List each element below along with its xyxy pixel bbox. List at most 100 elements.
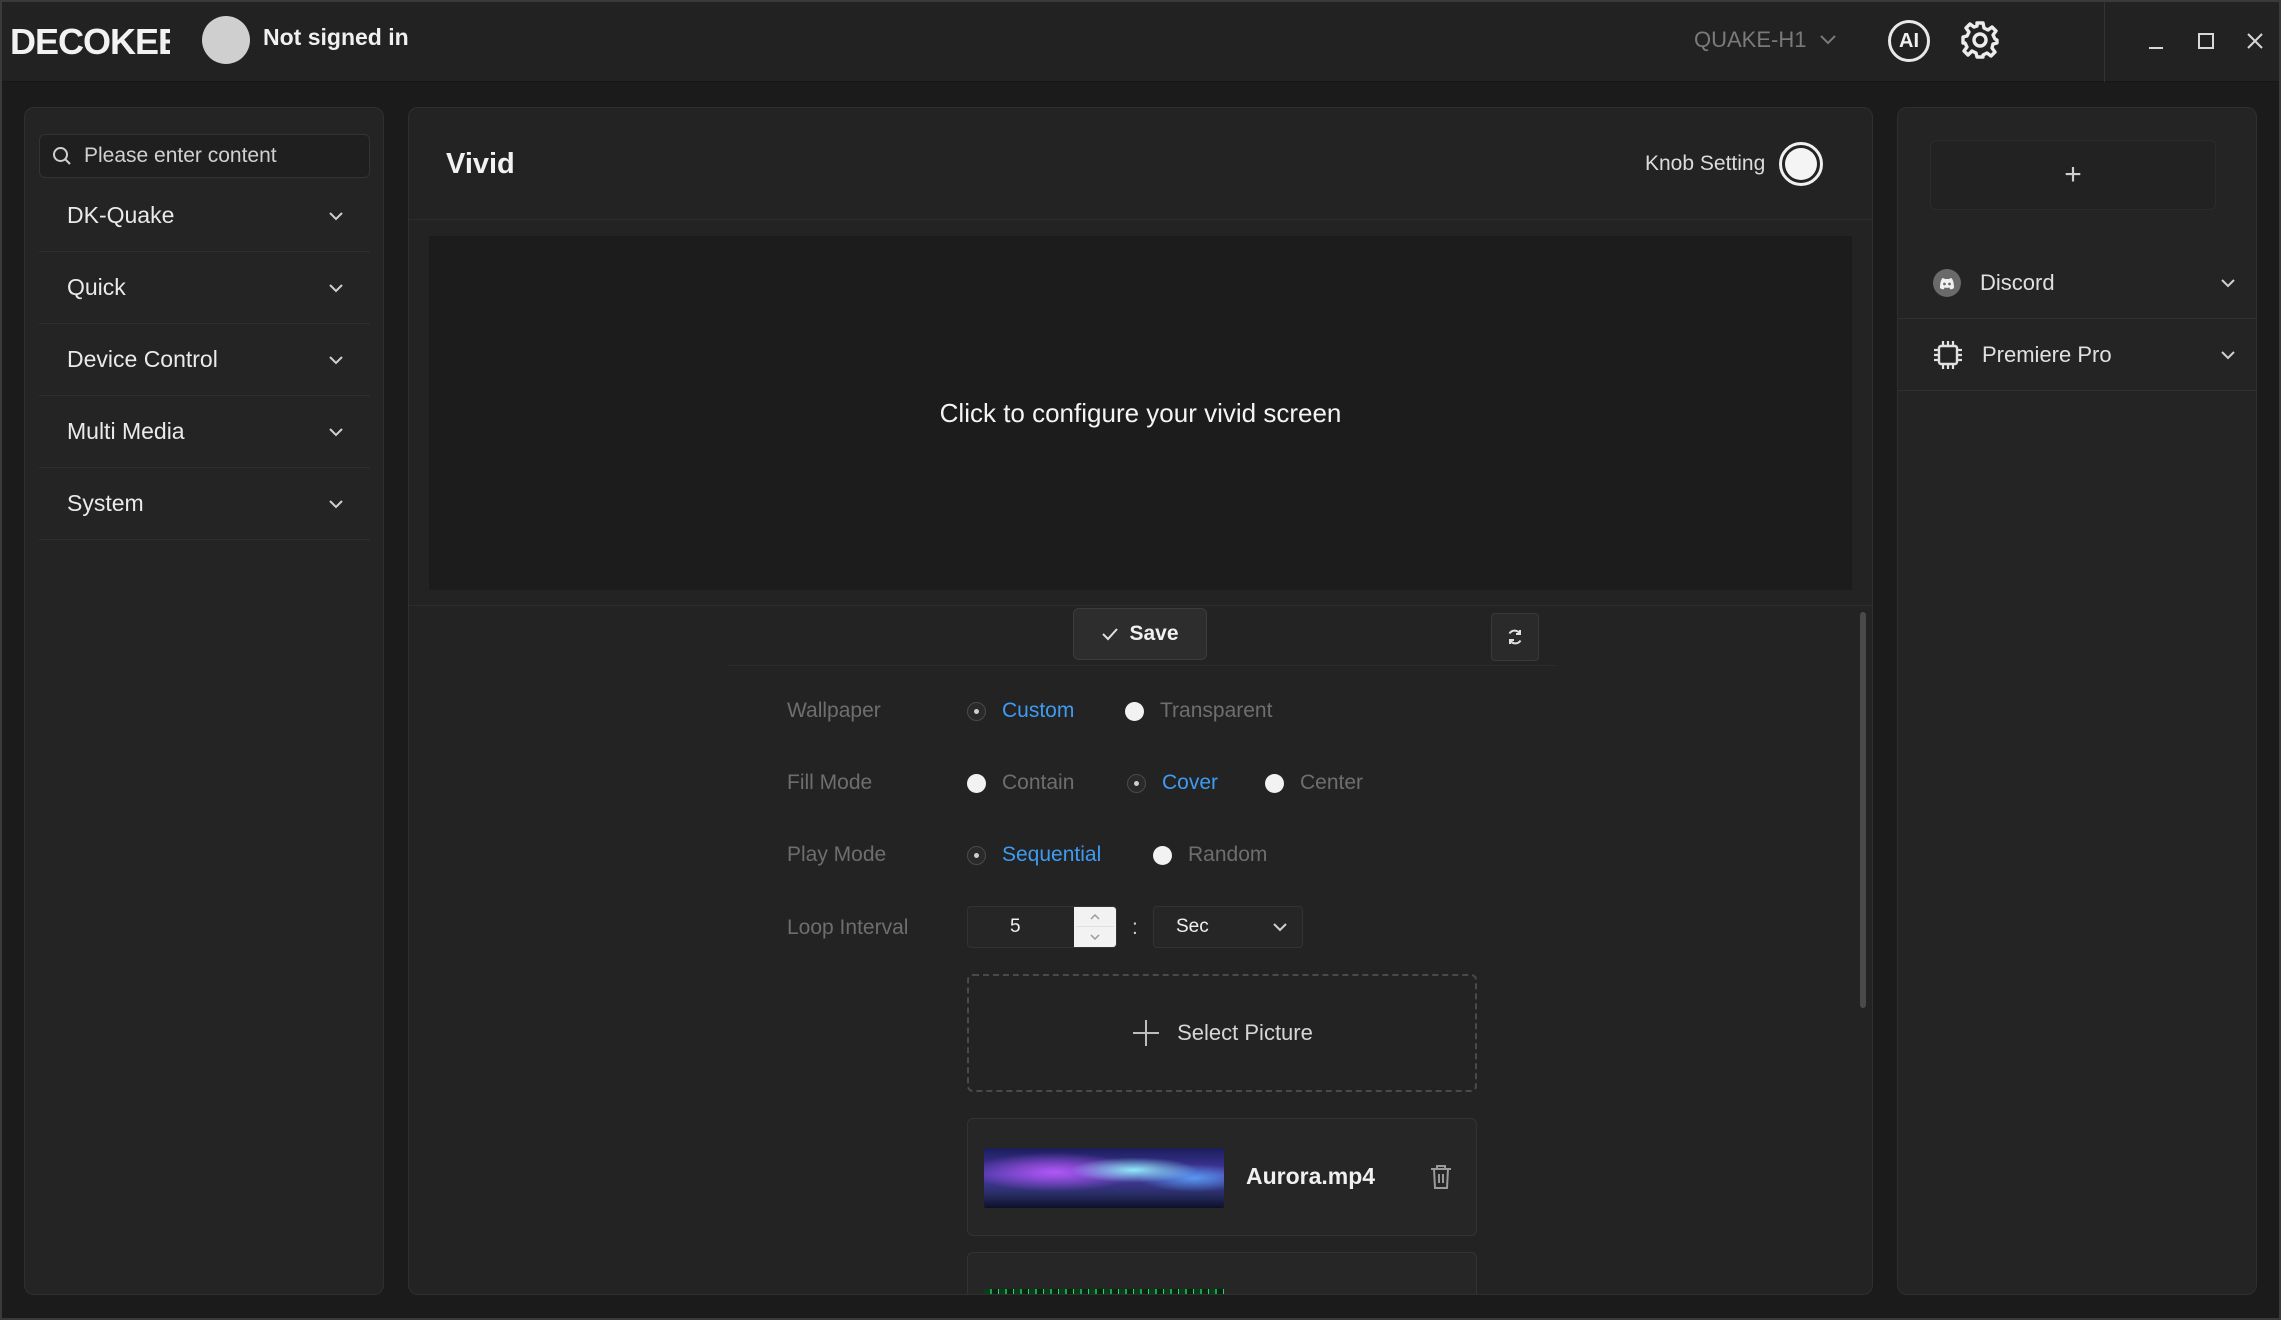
search-input[interactable] xyxy=(84,144,354,168)
add-profile-button[interactable]: + xyxy=(1930,140,2216,210)
fill-mode-label: Fill Mode xyxy=(787,771,873,794)
vivid-screen-preview[interactable]: Click to configure your vivid screen xyxy=(429,236,1852,590)
category-label: Multi Media xyxy=(67,418,185,444)
category-label: Device Control xyxy=(67,346,218,372)
file-name: Aurora.mp4 xyxy=(1246,1163,1376,1189)
checkmark-icon xyxy=(1102,628,1119,641)
page-title: Vivid xyxy=(446,148,515,180)
chevron-down-icon xyxy=(1820,35,1837,45)
media-file-item[interactable]: Aurora.mp4 xyxy=(967,1118,1477,1236)
radio-unchecked-icon xyxy=(1265,773,1284,793)
save-label: Save xyxy=(1129,622,1179,645)
option-label: Center xyxy=(1300,771,1364,794)
chevron-down-icon[interactable] xyxy=(1074,927,1116,947)
wallpaper-custom-radio[interactable]: Custom xyxy=(967,699,1074,723)
svg-text:DECOKEE: DECOKEE xyxy=(10,22,170,60)
category-system[interactable]: System xyxy=(39,468,370,540)
chevron-down-icon xyxy=(329,283,343,292)
maximize-icon[interactable] xyxy=(2191,26,2221,56)
refresh-icon xyxy=(1508,629,1522,645)
chevron-down-icon xyxy=(329,427,343,436)
wallpaper-transparent-radio[interactable]: Transparent xyxy=(1125,699,1272,723)
app-profiles-panel: + Discord Premiere Pro xyxy=(1897,107,2257,1295)
play-mode-sequential-radio[interactable]: Sequential xyxy=(967,843,1101,867)
select-picture-button[interactable]: Select Picture xyxy=(967,974,1477,1092)
vivid-config-panel: Vivid Knob Setting Click to configure yo… xyxy=(408,107,1873,1295)
plus-icon: + xyxy=(2064,158,2082,191)
play-mode-random-radio[interactable]: Random xyxy=(1153,843,1267,867)
chevron-down-icon xyxy=(329,499,343,508)
chevron-down-icon xyxy=(329,211,343,220)
close-icon[interactable] xyxy=(2240,26,2270,56)
option-label: Cover xyxy=(1162,771,1219,794)
radio-checked-icon xyxy=(967,701,986,721)
decokee-logo: DECOKEE xyxy=(10,22,170,60)
search-box[interactable] xyxy=(39,134,370,178)
trash-icon[interactable] xyxy=(1428,1163,1454,1191)
fill-mode-center-radio[interactable]: Center xyxy=(1265,771,1363,795)
profile-premiere-pro[interactable]: Premiere Pro xyxy=(1898,319,2256,391)
category-device-control[interactable]: Device Control xyxy=(39,324,370,396)
wallpaper-label: Wallpaper xyxy=(787,699,881,722)
media-file-item[interactable] xyxy=(967,1252,1477,1294)
user-status[interactable]: Not signed in xyxy=(263,24,409,51)
knob-setting-label: Knob Setting xyxy=(1645,152,1766,175)
titlebar-divider xyxy=(2104,0,2105,82)
search-icon xyxy=(53,147,71,165)
divider xyxy=(409,605,1872,606)
ai-assistant-button[interactable]: AI xyxy=(1888,20,1930,62)
play-mode-label: Play Mode xyxy=(787,843,887,866)
fill-mode-cover-radio[interactable]: Cover xyxy=(1127,771,1218,795)
category-label: Quick xyxy=(67,274,126,300)
minimize-icon[interactable] xyxy=(2141,26,2171,56)
interval-unit-select[interactable]: Sec xyxy=(1153,906,1303,948)
preview-prompt: Click to configure your vivid screen xyxy=(939,397,1342,428)
category-multi-media[interactable]: Multi Media xyxy=(39,396,370,468)
chevron-down-icon xyxy=(2221,278,2235,287)
option-label: Random xyxy=(1188,843,1268,866)
save-button[interactable]: Save xyxy=(1073,608,1207,660)
profile-label: Premiere Pro xyxy=(1982,341,2112,367)
device-name: QUAKE-H1 xyxy=(1694,27,1807,52)
category-dk-quake[interactable]: DK-Quake xyxy=(39,180,370,252)
discord-icon xyxy=(1933,268,1961,297)
option-label: Custom xyxy=(1002,699,1075,722)
interval-separator: : xyxy=(1132,916,1138,939)
plus-icon xyxy=(1133,1020,1160,1046)
fill-mode-contain-radio[interactable]: Contain xyxy=(967,771,1074,795)
loop-interval-input[interactable]: 5 xyxy=(967,906,1117,948)
loop-interval-label: Loop Interval xyxy=(787,916,909,939)
settings-gear-icon[interactable] xyxy=(1958,18,2002,62)
chevron-down-icon xyxy=(2221,350,2235,359)
refresh-button[interactable] xyxy=(1491,613,1539,661)
profile-label: Discord xyxy=(1980,269,2055,295)
radio-checked-icon xyxy=(1127,773,1146,793)
category-list: DK-Quake Quick Device Control Multi Medi… xyxy=(39,180,370,540)
chip-icon xyxy=(1934,340,1962,369)
category-label: System xyxy=(67,490,144,516)
category-quick[interactable]: Quick xyxy=(39,252,370,324)
profile-discord[interactable]: Discord xyxy=(1898,247,2256,319)
radio-checked-icon xyxy=(967,845,986,865)
chevron-down-icon xyxy=(329,355,343,364)
action-library-panel: DK-Quake Quick Device Control Multi Medi… xyxy=(24,107,384,1295)
loop-interval-value: 5 xyxy=(1010,916,1021,937)
chevron-up-icon[interactable] xyxy=(1074,907,1116,927)
knob-setting-toggle[interactable] xyxy=(1779,142,1823,186)
user-avatar[interactable] xyxy=(202,16,250,64)
divider xyxy=(727,665,1555,666)
radio-unchecked-icon xyxy=(1153,845,1172,865)
panel-header: Vivid Knob Setting xyxy=(409,108,1872,220)
option-label: Sequential xyxy=(1002,843,1102,866)
option-label: Transparent xyxy=(1160,699,1273,722)
device-selector[interactable]: QUAKE-H1 xyxy=(1694,27,1837,53)
unit-value: Sec xyxy=(1176,916,1209,937)
radio-unchecked-icon xyxy=(1125,701,1144,721)
title-bar: DECOKEE Not signed in QUAKE-H1 AI xyxy=(0,0,2281,82)
chevron-down-icon xyxy=(1273,923,1287,932)
scrollbar[interactable] xyxy=(1860,612,1866,1008)
video-thumbnail xyxy=(984,1289,1224,1294)
loop-interval-stepper[interactable] xyxy=(1074,907,1116,947)
category-label: DK-Quake xyxy=(67,202,175,228)
radio-unchecked-icon xyxy=(967,773,986,793)
